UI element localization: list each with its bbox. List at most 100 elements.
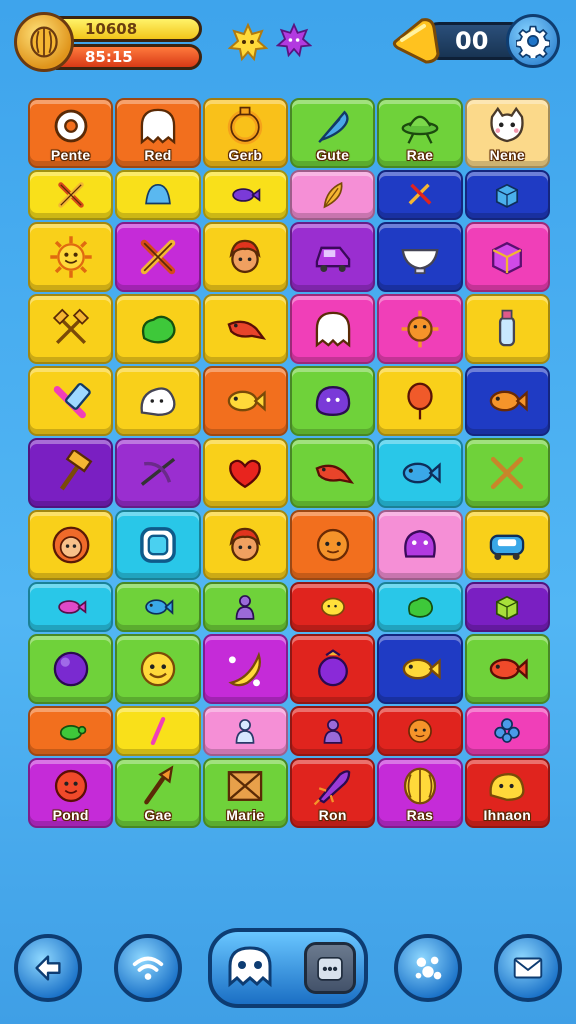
tile-orange-face[interactable] xyxy=(377,706,463,756)
pink-stick-icon xyxy=(150,716,166,746)
tile-turtle[interactable] xyxy=(28,706,114,756)
settings-button[interactable] xyxy=(506,14,560,68)
tile-blue-car[interactable] xyxy=(464,510,550,580)
tile-blue-blob[interactable] xyxy=(115,170,201,220)
purple-figure-icon xyxy=(235,595,255,620)
tile-cat-face[interactable]: Nene xyxy=(464,98,550,168)
tile-ufo[interactable]: Rae xyxy=(377,98,463,168)
game-board: Pente Red Gerb Gute Rae Nene Pond Gae Marie Ron Ra… xyxy=(28,98,550,898)
tile-cross-tools[interactable] xyxy=(28,170,114,220)
tile-envelope-box[interactable]: Marie xyxy=(202,758,288,828)
green-blob-icon xyxy=(141,315,176,344)
tile-ghost[interactable]: Red xyxy=(115,98,201,168)
tile-crossed-hammers[interactable] xyxy=(28,294,114,364)
cross-tools-icon xyxy=(57,182,84,208)
purple-gem-icon xyxy=(317,649,348,687)
tile-blue-fish[interactable] xyxy=(377,438,463,508)
tile-blue-frame[interactable] xyxy=(115,510,201,580)
ghost-icon xyxy=(228,946,272,988)
yellow-blob-icon xyxy=(489,773,525,801)
tile-purple-monster[interactable] xyxy=(377,510,463,580)
tile-yellow-ball[interactable]: Ras xyxy=(377,758,463,828)
tile-blue-flower[interactable] xyxy=(464,706,550,756)
tile-purple-figure[interactable] xyxy=(202,582,288,632)
ring-icon xyxy=(228,106,263,145)
tile-red-balloon[interactable] xyxy=(377,366,463,436)
back-arrow-icon xyxy=(35,955,61,981)
back-button[interactable] xyxy=(14,934,82,1002)
tile-red-bird[interactable] xyxy=(289,438,376,508)
tile-purple-car[interactable] xyxy=(289,222,376,292)
bottle-icon xyxy=(499,309,516,347)
tile-banana[interactable] xyxy=(202,634,288,704)
red-bird-icon xyxy=(315,464,354,484)
tile-heart-fruit[interactable] xyxy=(202,438,288,508)
tile-purple-cube[interactable] xyxy=(464,222,550,292)
face-red-hair-icon xyxy=(229,527,261,562)
tile-blue-figure[interactable] xyxy=(202,706,288,756)
tile-face-red-hair[interactable] xyxy=(202,222,288,292)
tile-orange-fish[interactable] xyxy=(464,366,550,436)
tile-bowl[interactable] xyxy=(377,222,463,292)
tile-yellow-lemon[interactable] xyxy=(289,582,376,632)
tile-ring[interactable]: Gerb xyxy=(202,98,288,168)
tile-purple-gem[interactable] xyxy=(289,634,376,704)
tile-blue-box[interactable] xyxy=(464,170,550,220)
tile-ring-blob[interactable]: Pente xyxy=(28,98,114,168)
tile-crossed-swords[interactable] xyxy=(377,170,463,220)
tile-orange-face[interactable] xyxy=(289,510,376,580)
tile-leaf-feather[interactable]: Gute xyxy=(289,98,376,168)
bubbles-button[interactable] xyxy=(394,934,462,1002)
orange-star-icon xyxy=(401,310,439,348)
tile-green-box[interactable] xyxy=(464,582,550,632)
yellow-lemon-icon xyxy=(320,597,345,617)
tile-red-bird[interactable] xyxy=(202,294,288,364)
tile-yellow-face[interactable] xyxy=(115,634,201,704)
mail-button[interactable] xyxy=(494,934,562,1002)
tile-bottle[interactable] xyxy=(464,294,550,364)
bell-icon[interactable] xyxy=(388,14,446,68)
purple-star-icon xyxy=(276,22,312,58)
hammer-icon xyxy=(59,450,93,491)
tile-cross-tools[interactable] xyxy=(115,222,201,292)
cards-button[interactable] xyxy=(304,942,356,994)
tile-purple-ball[interactable] xyxy=(28,634,114,704)
tile-purple-fish[interactable] xyxy=(202,170,288,220)
tile-crossbow[interactable] xyxy=(115,438,201,508)
tile-torch[interactable]: Gae xyxy=(115,758,201,828)
tile-label: Nene xyxy=(489,147,526,163)
tile-label: Marie xyxy=(226,807,265,823)
board-row: Pond Gae Marie Ron Ras Ihnaon xyxy=(28,758,550,828)
tile-green-blob[interactable] xyxy=(377,582,463,632)
timer-value: 85:15 xyxy=(85,48,133,66)
tile-label: Pente xyxy=(50,147,91,163)
tile-pink-tool[interactable] xyxy=(28,366,114,436)
tile-label: Gae xyxy=(144,807,172,823)
tile-yellow-fish[interactable] xyxy=(377,634,463,704)
center-action-pod[interactable] xyxy=(208,928,368,1008)
tile-yellow-blob[interactable]: Ihnaon xyxy=(464,758,550,828)
tile-pink-stick[interactable] xyxy=(115,706,201,756)
tile-ghost[interactable] xyxy=(289,294,376,364)
tile-green-blob[interactable] xyxy=(115,294,201,364)
tile-red-fish[interactable] xyxy=(464,634,550,704)
tile-crossed-sticks[interactable] xyxy=(464,438,550,508)
tile-white-blob[interactable] xyxy=(115,366,201,436)
tile-purple-figure[interactable] xyxy=(289,706,376,756)
tile-feather[interactable] xyxy=(289,170,376,220)
tile-orange-star[interactable] xyxy=(377,294,463,364)
network-button[interactable] xyxy=(114,934,182,1002)
tile-purple-blob[interactable] xyxy=(289,366,376,436)
tile-blue-fish[interactable] xyxy=(115,582,201,632)
blue-blob-icon xyxy=(145,183,171,205)
tile-girl-face[interactable] xyxy=(28,510,114,580)
tile-red-flower[interactable]: Pond xyxy=(28,758,114,828)
tile-yellow-fish[interactable] xyxy=(202,366,288,436)
red-balloon-icon xyxy=(407,382,433,420)
tile-pink-fish[interactable] xyxy=(28,582,114,632)
tile-sun-face[interactable] xyxy=(28,222,114,292)
heart-fruit-icon xyxy=(229,459,262,489)
tile-purple-rocket[interactable]: Ron xyxy=(289,758,376,828)
tile-hammer[interactable] xyxy=(28,438,114,508)
tile-face-red-hair[interactable] xyxy=(202,510,288,580)
